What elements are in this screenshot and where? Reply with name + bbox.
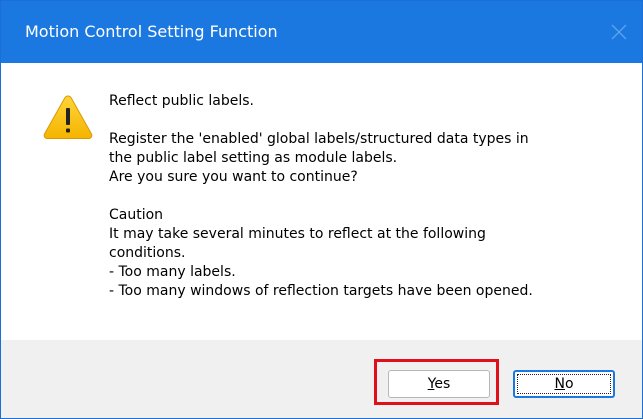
title-bar[interactable]: Motion Control Setting Function bbox=[1, 1, 642, 63]
caution-title: Caution bbox=[109, 207, 164, 223]
warning-icon bbox=[43, 95, 93, 139]
dialog-window: Motion Control Setting Function Reflect … bbox=[0, 0, 643, 419]
caution-line: - Too many windows of reflection targets… bbox=[109, 283, 533, 299]
yes-label-rest: es bbox=[434, 376, 451, 392]
message-text: Reflect public labels. Register the 'ena… bbox=[109, 92, 629, 301]
message-line: Are you sure you want to continue? bbox=[109, 169, 358, 185]
message-area: Reflect public labels. Register the 'ena… bbox=[1, 63, 642, 340]
yes-button[interactable]: Yes bbox=[388, 370, 490, 398]
window-title: Motion Control Setting Function bbox=[25, 22, 278, 41]
close-icon bbox=[611, 24, 627, 40]
caution-line: conditions. bbox=[109, 245, 186, 261]
no-button[interactable]: No bbox=[513, 370, 615, 398]
button-bar: Yes No bbox=[1, 340, 642, 418]
close-button[interactable] bbox=[602, 1, 642, 63]
message-line: Register the 'enabled' global labels/str… bbox=[109, 131, 529, 147]
caution-line: It may take several minutes to reflect a… bbox=[109, 226, 486, 242]
focus-ring bbox=[517, 374, 611, 394]
message-heading: Reflect public labels. bbox=[109, 93, 254, 109]
message-line: the public label setting as module label… bbox=[109, 150, 398, 166]
caution-line: - Too many labels. bbox=[109, 264, 236, 280]
